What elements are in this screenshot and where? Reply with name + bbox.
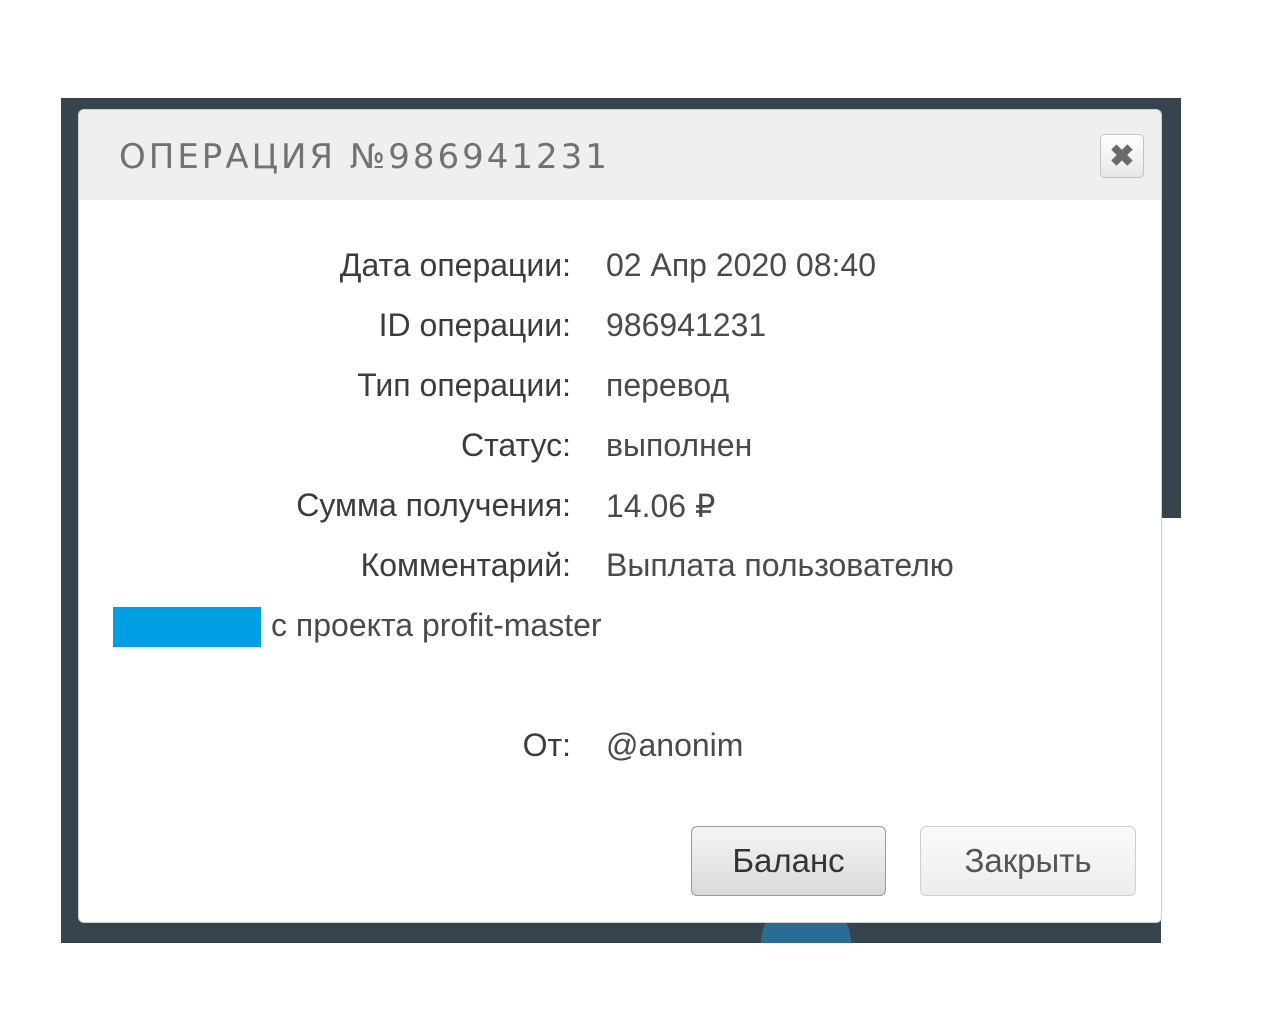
redacted-username [113, 607, 261, 647]
comment-continuation: с проекта profit-master [271, 607, 602, 643]
detail-label: Статус: [460, 427, 571, 463]
detail-value: перевод [606, 367, 730, 403]
detail-row-sender: От: @anonim [79, 727, 1161, 771]
detail-value: 986941231 [606, 307, 767, 343]
detail-value: выполнен [606, 427, 753, 463]
detail-row-comment: Комментарий: Выплата пользователю [79, 547, 1161, 591]
operation-dialog: ОПЕРАЦИЯ №986941231 ✖ Дата операции: 02 … [79, 110, 1161, 922]
close-icon[interactable]: ✖ [1100, 134, 1144, 178]
detail-row-date: Дата операции: 02 Апр 2020 08:40 [79, 247, 1161, 291]
close-button[interactable]: Закрыть [920, 826, 1136, 896]
dialog-title: ОПЕРАЦИЯ №986941231 [119, 137, 610, 177]
sender-value: @anonim [606, 727, 744, 763]
detail-row-amount: Сумма получения: 14.06 ₽ [79, 487, 1161, 531]
detail-label: Дата операции: [339, 247, 571, 283]
sender-label: От: [522, 727, 571, 763]
detail-value: 14.06 ₽ [606, 488, 716, 524]
balance-button[interactable]: Баланс [691, 826, 886, 896]
detail-value: Выплата пользователю [606, 547, 954, 583]
detail-label: ID операции: [378, 307, 571, 343]
detail-label: Сумма получения: [296, 487, 571, 523]
dialog-header: ОПЕРАЦИЯ №986941231 ✖ [79, 110, 1161, 200]
detail-row-status: Статус: выполнен [79, 427, 1161, 471]
detail-row-id: ID операции: 986941231 [79, 307, 1161, 351]
detail-value: 02 Апр 2020 08:40 [606, 247, 876, 283]
detail-label: Тип операции: [357, 367, 571, 403]
detail-row-type: Тип операции: перевод [79, 367, 1161, 411]
detail-label: Комментарий: [360, 547, 571, 583]
background-panel [1161, 518, 1181, 943]
